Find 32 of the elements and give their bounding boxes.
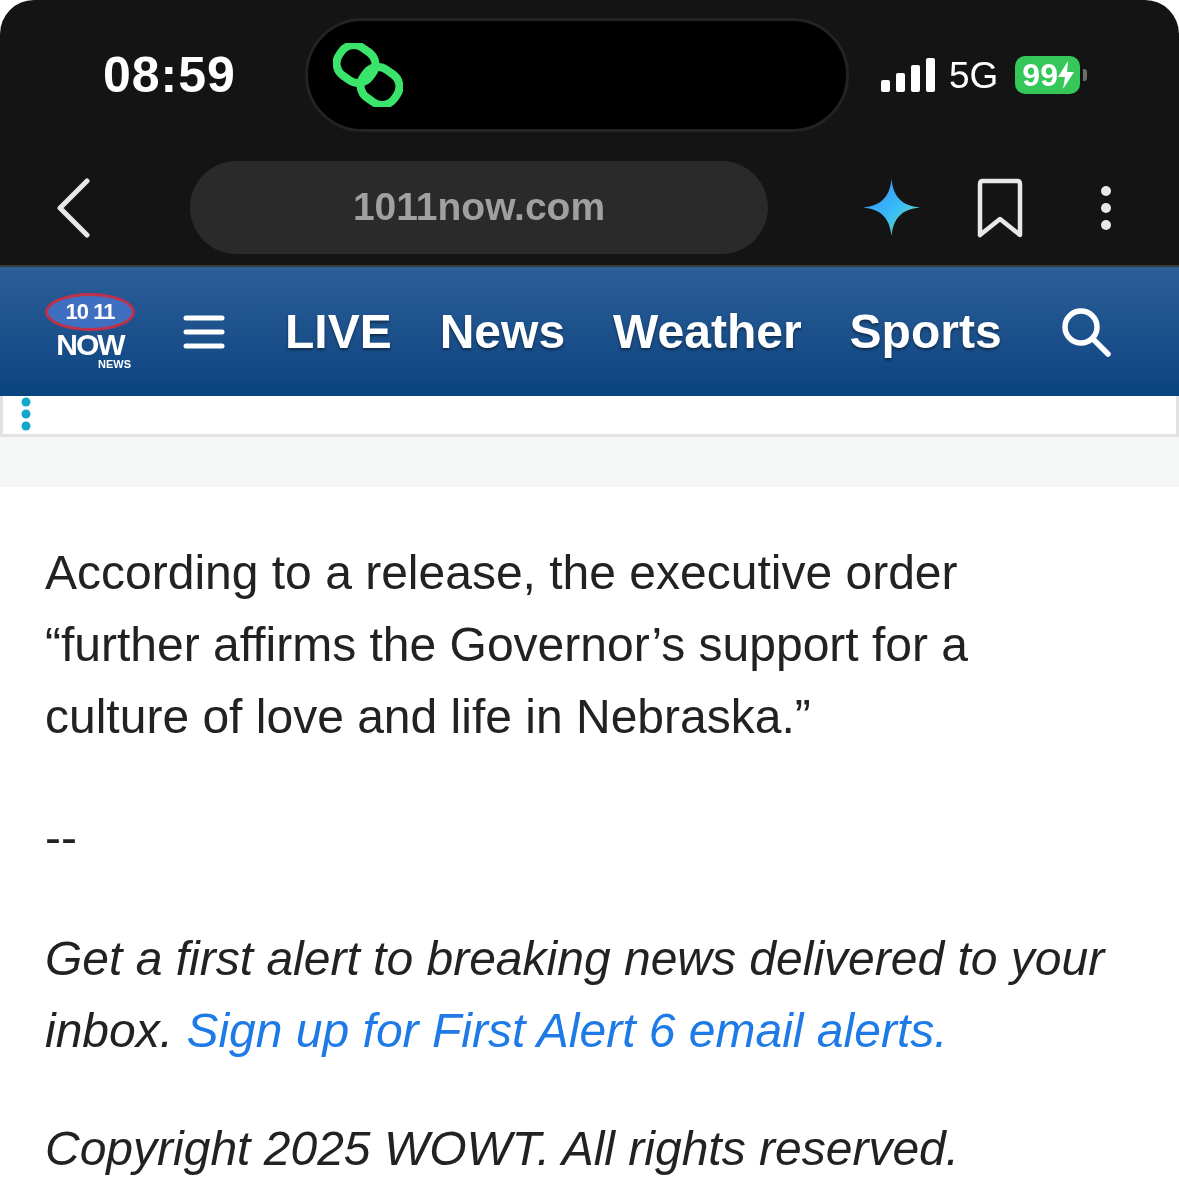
linked-rings-icon	[333, 43, 403, 107]
copyright-notice: Copyright 2025 WOWT. All rights reserved.	[45, 1121, 961, 1177]
menu-icon	[183, 313, 225, 350]
logo-badge: 10 11	[45, 293, 135, 331]
logo-subtitle: NEWS	[98, 359, 131, 370]
chevron-left-icon	[55, 177, 91, 238]
nav-link[interactable]: Weather	[613, 307, 802, 356]
more-options-button[interactable]	[1100, 184, 1112, 231]
logo-wordmark: NOW	[56, 331, 124, 359]
ai-assistant-button[interactable]	[863, 179, 920, 236]
back-button[interactable]	[55, 177, 91, 238]
article-paragraph: According to a release, the executive order “further affirms the Governor’s support for a culture of love and life in Nebraska.”	[45, 545, 970, 745]
menu-button[interactable]	[183, 313, 225, 350]
status-time: 08:59	[103, 50, 237, 100]
signup-link[interactable]: Sign up for First Alert 6 email alerts.	[186, 1004, 948, 1057]
address-field[interactable]: 1011now.com	[190, 161, 768, 254]
dots-icon	[21, 397, 31, 431]
network-type: 5G	[949, 56, 999, 94]
sparkle-icon	[863, 179, 920, 236]
battery-cap-icon	[1082, 69, 1087, 81]
bookmark-icon	[976, 177, 1024, 238]
search-button[interactable]	[1061, 306, 1111, 357]
article-paragraph: --	[45, 810, 78, 866]
bookmark-button[interactable]	[976, 177, 1024, 238]
search-icon	[1061, 306, 1111, 357]
nav-link[interactable]: LIVE	[285, 307, 392, 356]
newsletter-promo: Get a first alert to breaking news delivered to your inbox. Sign up for First Alert 6 email alerts.	[45, 931, 1107, 1059]
nav-link[interactable]: Sports	[849, 307, 1002, 356]
more-vertical-icon	[1100, 184, 1112, 231]
nav-link[interactable]: News	[439, 307, 566, 356]
signal-bars-icon	[881, 58, 935, 92]
battery-level: 99	[1022, 59, 1058, 91]
